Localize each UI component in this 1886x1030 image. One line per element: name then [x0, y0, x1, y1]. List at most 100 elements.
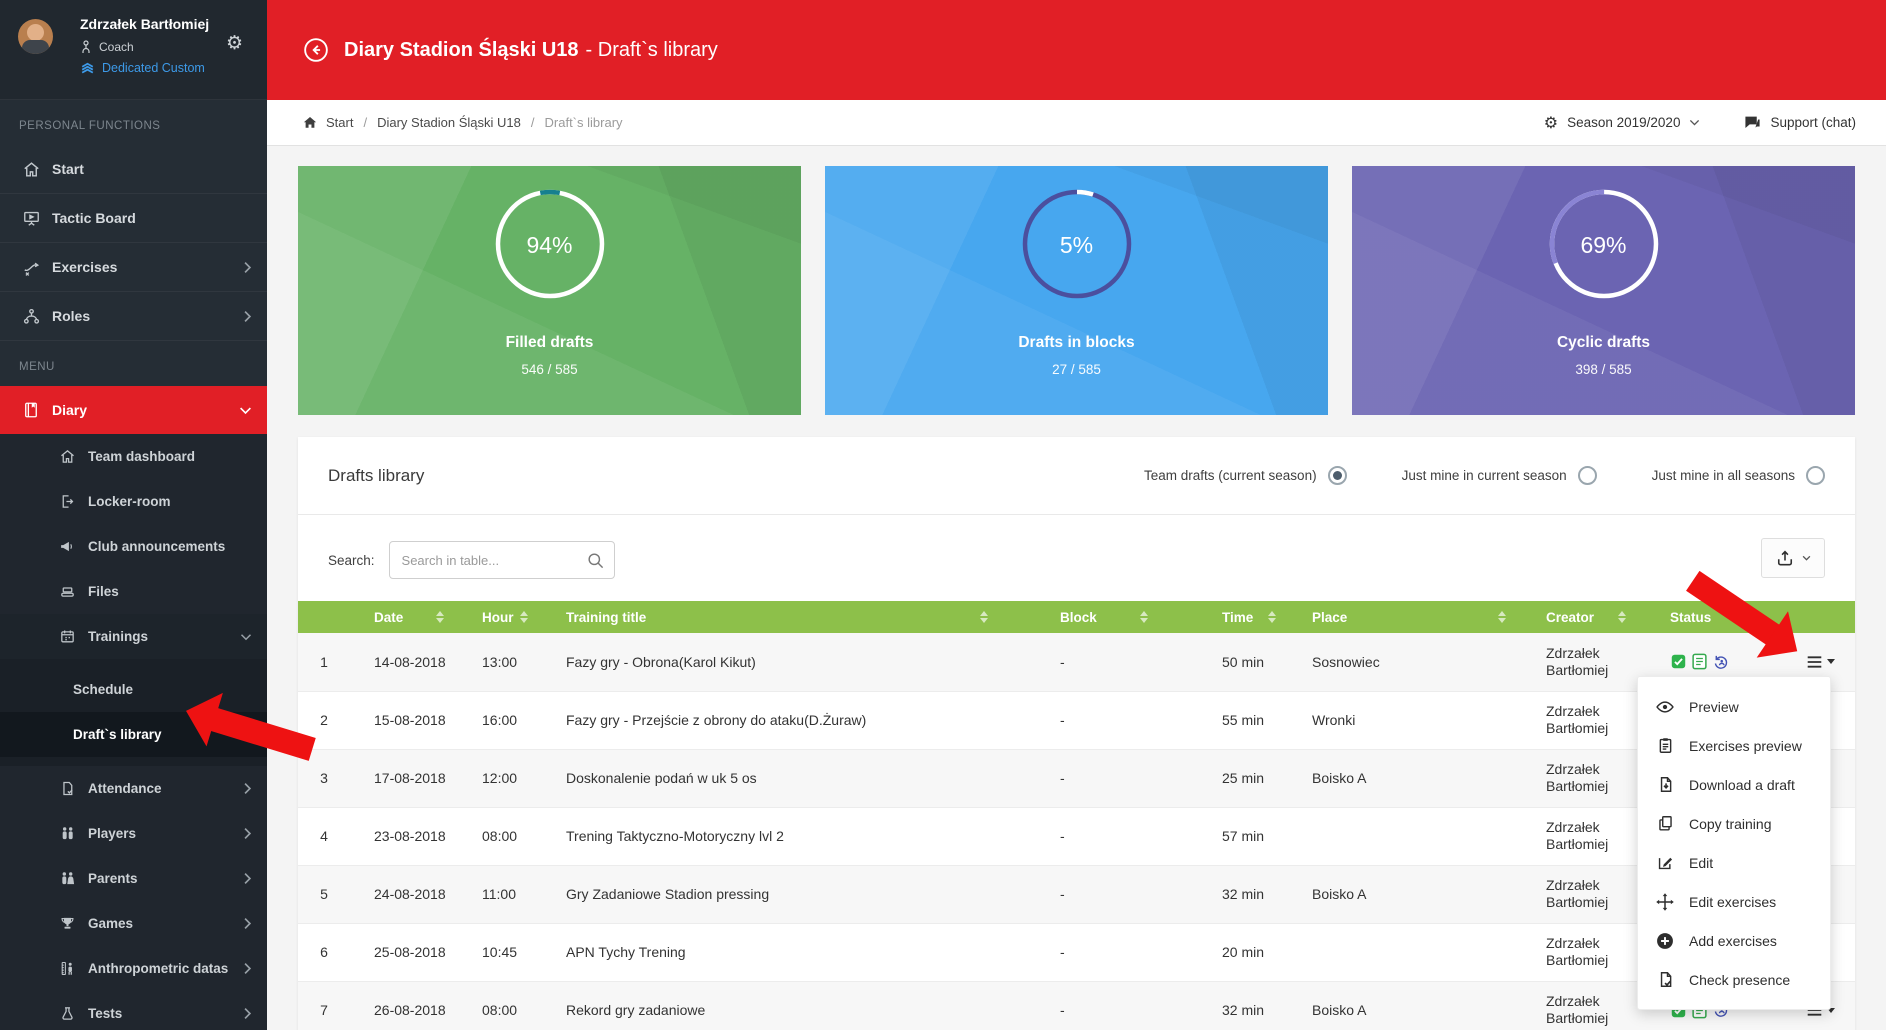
breadcrumb-item-diary[interactable]: Diary Stadion Śląski U18: [377, 115, 521, 130]
copy-icon: [1655, 814, 1675, 833]
sidebar-item-parents[interactable]: Parents: [0, 856, 267, 901]
card-counts: 546 / 585: [521, 362, 578, 377]
eye-icon: [1655, 697, 1675, 717]
context-menu-item-preview[interactable]: Preview: [1638, 687, 1830, 726]
context-menu-item-edit-exercises[interactable]: Edit exercises: [1638, 882, 1830, 921]
cell-block: -: [1002, 633, 1162, 692]
history-sync-icon[interactable]: [1712, 653, 1730, 671]
cell-hour: 10:45: [458, 923, 542, 982]
sidebar-item-club-announcements[interactable]: Club announcements: [0, 524, 267, 569]
col-creator[interactable]: Creator: [1520, 601, 1640, 633]
calendar-icon: [57, 628, 77, 645]
radio-icon[interactable]: [1806, 466, 1825, 485]
back-button[interactable]: [302, 36, 330, 64]
cell-num: 7: [298, 981, 350, 1030]
sidebar-item-games[interactable]: Games: [0, 901, 267, 946]
sidebar-item-anthropometric-datas[interactable]: Anthropometric datas: [0, 946, 267, 991]
cell-block: -: [1002, 691, 1162, 750]
context-menu-item-label: Edit exercises: [1689, 893, 1777, 910]
sidebar-item-schedule[interactable]: Schedule: [0, 667, 267, 712]
user-plan[interactable]: Dedicated Custom: [80, 61, 205, 75]
sidebar-item-players[interactable]: Players: [0, 811, 267, 856]
card-label: Cyclic drafts: [1556, 334, 1651, 351]
col-date[interactable]: Date: [350, 601, 458, 633]
stat-cards: 94% Filled drafts 546 / 585 5% Drafts in…: [298, 166, 1855, 415]
page-check-icon: [57, 780, 77, 797]
row-actions-menu-button[interactable]: [1806, 655, 1835, 669]
sidebar-item-attendance[interactable]: Attendance: [0, 766, 267, 811]
context-menu-item-check-presence[interactable]: Check presence: [1638, 960, 1830, 999]
search-icon: [586, 551, 605, 570]
context-menu-item-edit[interactable]: Edit: [1638, 843, 1830, 882]
col-block[interactable]: Block: [1002, 601, 1162, 633]
sidebar-item-team-dashboard[interactable]: Team dashboard: [0, 434, 267, 479]
search-box: [388, 541, 615, 579]
radio-icon[interactable]: [1577, 466, 1597, 485]
table-row: 6 25-08-2018 10:45 APN Tychy Trening -20 min…: [298, 923, 1855, 982]
context-menu-item-add-exercises[interactable]: Add exercises: [1638, 921, 1830, 960]
sidebar-item-trainings[interactable]: Trainings: [0, 614, 267, 659]
sidebar-item-tactic-board[interactable]: Tactic Board: [0, 194, 267, 243]
sidebar-item-diary[interactable]: Diary: [0, 386, 267, 434]
sidebar-item-locker-room[interactable]: Locker-room: [0, 479, 267, 524]
cell-place: Wronki: [1290, 691, 1520, 750]
context-menu-item-label: Add exercises: [1689, 932, 1777, 949]
context-menu-item-copy-training[interactable]: Copy training: [1638, 804, 1830, 843]
card-counts: 398 / 585: [1575, 362, 1632, 377]
cell-hour: 12:00: [458, 749, 542, 808]
sidebar-item-drafts-library[interactable]: Draft`s library: [0, 712, 267, 757]
breadcrumb-item-start[interactable]: Start: [326, 115, 353, 130]
cell-block: -: [1002, 807, 1162, 866]
file-check-icon: [1655, 970, 1675, 989]
cell-date: 17-08-2018: [350, 749, 458, 808]
cell-place: Sosnowiec: [1290, 633, 1520, 692]
cell-creator: Zdrzałek Bartłomiej: [1520, 633, 1640, 692]
export-button[interactable]: [1761, 538, 1825, 578]
sidebar-item-roles[interactable]: Roles: [0, 292, 267, 341]
settings-gear-icon[interactable]: ⚙: [226, 32, 243, 55]
cell-creator: Zdrzałek Bartłomiej: [1520, 749, 1640, 808]
sidebar-item-start[interactable]: Start: [0, 145, 267, 194]
sort-icon: [980, 611, 988, 623]
filter-mine-current-season[interactable]: Just mine in current season: [1402, 466, 1597, 485]
table-row: 5 24-08-2018 11:00 Gry Zadaniowe Stadion pr…: [298, 865, 1855, 924]
context-menu-item-exercises-preview[interactable]: Exercises preview: [1638, 726, 1830, 765]
sidebar-item-exercises[interactable]: Exercises: [0, 243, 267, 292]
cell-place: Boisko A: [1290, 865, 1520, 924]
exercises-icon: [20, 258, 42, 277]
sidebar-item-tests[interactable]: Tests: [0, 991, 267, 1030]
context-menu-item-label: Preview: [1689, 698, 1739, 715]
card-percent: 94%: [526, 232, 573, 258]
draft-check-icon[interactable]: [1670, 653, 1687, 670]
col-place[interactable]: Place: [1290, 601, 1520, 633]
chevron-down-icon: [240, 633, 252, 641]
cell-time: 50 min: [1162, 633, 1290, 692]
row-context-menu: Preview Exercises preview Download a draft…: [1637, 676, 1831, 1010]
col-training-title[interactable]: Training title: [542, 601, 1002, 633]
radio-selected-icon[interactable]: [1327, 466, 1347, 485]
sort-icon: [436, 611, 444, 623]
cell-date: 14-08-2018: [350, 633, 458, 692]
user-name: Zdrzałek Bartłomiej: [80, 16, 210, 32]
col-time[interactable]: Time: [1162, 601, 1290, 633]
flask-icon: [57, 1005, 77, 1022]
home-icon: [57, 448, 77, 465]
context-menu-item-download-a-draft[interactable]: Download a draft: [1638, 765, 1830, 804]
col-hour[interactable]: Hour: [458, 601, 542, 633]
user-profile[interactable]: Zdrzałek Bartłomiej Coach Dedicated Cust…: [0, 0, 267, 100]
draft-notes-icon[interactable]: [1692, 653, 1707, 670]
cell-num: 5: [298, 865, 350, 924]
card-percent: 69%: [1580, 232, 1627, 258]
season-selector[interactable]: ⚙ Season 2019/2020: [1544, 113, 1701, 133]
avatar[interactable]: [18, 19, 53, 54]
clipboard-icon: [1655, 736, 1675, 755]
cell-hour: 13:00: [458, 633, 542, 692]
support-chat-button[interactable]: Support (chat): [1744, 115, 1856, 131]
cell-training-title: Doskonalenie podań w uk 5 os: [542, 749, 1002, 808]
filter-mine-all-seasons[interactable]: Just mine in all seasons: [1652, 466, 1825, 485]
sidebar-item-files[interactable]: Files: [0, 569, 267, 614]
search-input[interactable]: [389, 542, 614, 578]
filter-team-drafts[interactable]: Team drafts (current season): [1144, 466, 1347, 485]
breadcrumb-home-icon[interactable]: [303, 116, 317, 129]
parents-icon: [57, 870, 77, 887]
